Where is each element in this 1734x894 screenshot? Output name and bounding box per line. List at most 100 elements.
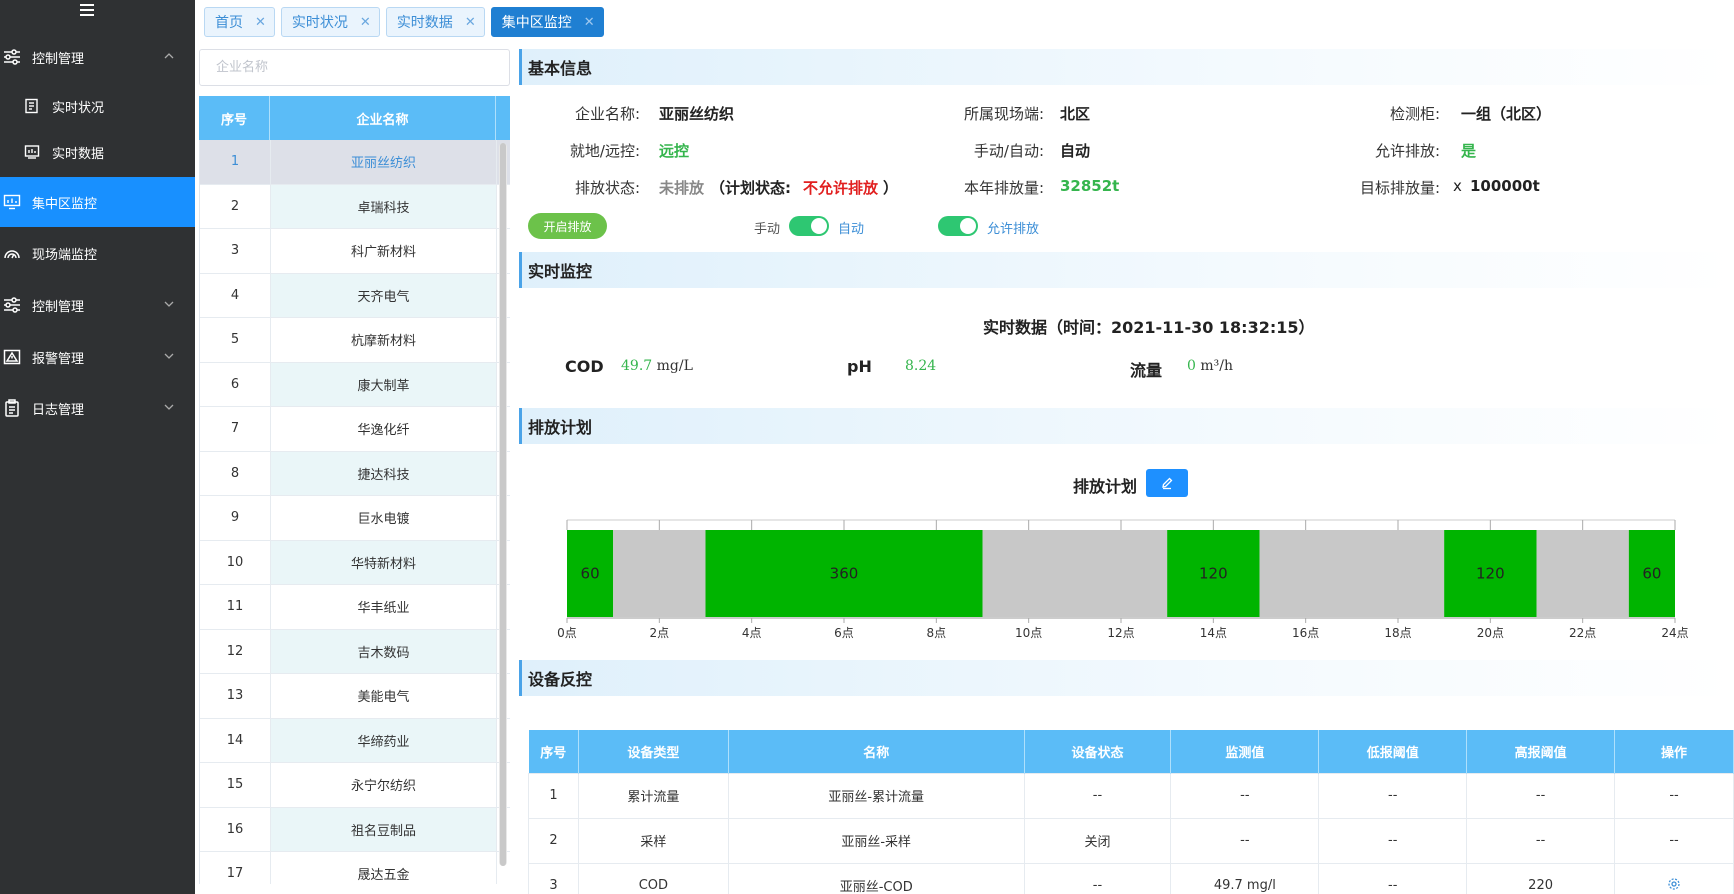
x-tick-label: 22点 xyxy=(1569,626,1596,640)
close-icon[interactable]: ✕ xyxy=(584,15,595,30)
company-row[interactable]: 10 华特新材料 xyxy=(200,540,510,585)
year-volume-value: 32852t xyxy=(1060,177,1120,195)
close-icon[interactable]: ✕ xyxy=(255,15,266,30)
x-tick-label: 24点 xyxy=(1661,626,1688,640)
plan-segment-off xyxy=(1536,530,1629,617)
company-row-index: 1 xyxy=(200,140,271,184)
gear-icon[interactable] xyxy=(1667,877,1681,891)
sidebar-item-label: 控制管理 xyxy=(32,299,85,315)
sidebar-item-control-management[interactable]: 控制管理 xyxy=(0,32,195,82)
device-cell: -- xyxy=(1023,862,1172,894)
tab-central-monitoring[interactable]: 集中区监控 ✕ xyxy=(490,7,604,37)
start-discharge-button[interactable]: 开启排放 xyxy=(528,213,607,239)
company-row[interactable]: 14 华缔药业 xyxy=(200,718,510,763)
auto-label: 自动 xyxy=(838,222,865,237)
allow-discharge-switch[interactable] xyxy=(938,216,978,236)
cod-label: COD xyxy=(565,357,604,376)
warning-icon xyxy=(2,347,22,367)
company-row[interactable]: 17 晟达五金 xyxy=(200,852,510,884)
tab-realtime-data[interactable]: 实时数据 ✕ xyxy=(385,7,485,37)
device-cell: 亚丽丝-累计流量 xyxy=(727,772,1025,819)
company-row[interactable]: 7 华逸化纤 xyxy=(200,407,510,452)
company-row[interactable]: 16 祖名豆制品 xyxy=(200,807,510,852)
manual-label: 手动 xyxy=(754,222,781,237)
tab-realtime-status[interactable]: 实时状况 ✕ xyxy=(280,7,380,37)
cod-value-number: 49.7 xyxy=(621,358,653,374)
allow-discharge-switch-label: 允许排放 xyxy=(987,222,1040,237)
close-icon[interactable]: ✕ xyxy=(360,15,371,30)
device-cell: COD xyxy=(577,862,729,894)
plan-segment-label: 360 xyxy=(830,565,859,583)
close-icon[interactable]: ✕ xyxy=(465,15,476,30)
chevron-down-icon xyxy=(164,301,174,307)
sidebar-item-alarm-management[interactable]: 报警管理 xyxy=(0,332,195,382)
company-row[interactable]: 2 卓瑞科技 xyxy=(200,184,510,229)
device-cell: -- xyxy=(1170,772,1320,819)
company-row-name: 巨水电镀 xyxy=(271,496,497,540)
company-row[interactable]: 9 巨水电镀 xyxy=(200,496,510,541)
company-row[interactable]: 4 天齐电气 xyxy=(200,273,510,318)
company-row[interactable]: 12 吉木数码 xyxy=(200,629,510,674)
edit-plan-button[interactable] xyxy=(1146,469,1188,497)
company-row-index: 15 xyxy=(200,763,271,807)
company-row[interactable]: 8 捷达科技 xyxy=(200,451,510,496)
company-row[interactable]: 11 华丰纸业 xyxy=(200,585,510,630)
device-cell: 采样 xyxy=(577,817,729,864)
target-volume-edit-icon[interactable]: x xyxy=(1453,177,1462,195)
tab-home[interactable]: 首页 ✕ xyxy=(204,7,275,37)
company-row[interactable]: 15 永宁尔纺织 xyxy=(200,763,510,808)
device-settings-cell[interactable] xyxy=(1614,862,1734,894)
plan-status-value: 不允许排放 xyxy=(803,179,879,197)
device-cell: 亚丽丝-采样 xyxy=(727,817,1025,864)
plan-chart-title: 排放计划 xyxy=(1073,477,1138,496)
sidebar-item-label: 现场端监控 xyxy=(32,247,98,263)
company-row-index: 12 xyxy=(200,629,271,673)
flow-value: 0 m³/h xyxy=(1187,358,1233,374)
device-header-cell: 序号 xyxy=(528,730,579,773)
tab-label: 集中区监控 xyxy=(501,15,572,31)
company-name-value: 亚丽丝纺织 xyxy=(659,105,735,123)
clipboard-icon xyxy=(2,398,22,418)
discharge-plan-chart: 60 360 120 120 60 0点 2点 4点 6点 8点 10点 12点 14点 16点 18点 20… xyxy=(557,519,1689,640)
device-header-cell: 设备状态 xyxy=(1024,730,1172,773)
sidebar-item-control-management-2[interactable]: 控制管理 xyxy=(0,280,195,330)
company-row[interactable]: 6 康大制革 xyxy=(200,362,510,407)
year-volume-label: 本年排放量: xyxy=(963,179,1044,197)
company-row[interactable]: 3 科广新材料 xyxy=(200,229,510,274)
company-row-name: 华缔药业 xyxy=(271,718,497,762)
company-row[interactable]: 5 杭摩新材料 xyxy=(200,318,510,363)
cod-value: 49.7 mg/L xyxy=(621,358,693,374)
sidebar-item-central-monitoring[interactable]: 集中区监控 xyxy=(0,177,195,227)
hamburger-menu-icon[interactable] xyxy=(80,4,96,18)
manual-auto-switch[interactable] xyxy=(789,216,829,236)
x-tick-label: 12点 xyxy=(1107,626,1134,640)
device-cell: 累计流量 xyxy=(577,772,729,819)
list-scrollbar[interactable] xyxy=(499,143,507,866)
sidebar-item-realtime-status[interactable]: 实时状况 xyxy=(0,81,195,131)
company-row[interactable]: 13 美能电气 xyxy=(200,674,510,719)
company-row-name: 吉木数码 xyxy=(271,629,497,673)
company-search-input[interactable] xyxy=(199,49,510,86)
plan-segment-off xyxy=(1259,530,1445,617)
company-table-header: 序号 企业名称 xyxy=(199,96,510,140)
company-row[interactable]: 1 亚丽丝纺织 xyxy=(200,140,510,185)
sidebar-item-log-management[interactable]: 日志管理 xyxy=(0,383,195,433)
sidebar-item-site-monitoring[interactable]: 现场端监控 xyxy=(0,228,195,278)
company-row-name: 晟达五金 xyxy=(271,852,497,884)
device-header-cell: 设备类型 xyxy=(578,730,729,773)
company-row-index: 2 xyxy=(200,184,271,228)
device-header-cell: 高报阈值 xyxy=(1466,730,1616,773)
target-volume-label: 目标排放量: xyxy=(1359,179,1440,197)
tab-label: 实时状况 xyxy=(291,15,348,31)
company-row-index: 14 xyxy=(200,718,271,762)
allow-discharge-label: 允许排放: xyxy=(1374,142,1440,160)
device-row: 2 采样 亚丽丝-采样 关闭 -- -- -- -- xyxy=(528,817,1734,864)
company-row-index: 9 xyxy=(200,496,271,540)
device-cell: -- xyxy=(1318,772,1468,819)
company-row-name: 祖名豆制品 xyxy=(271,807,497,851)
plan-segment-label: 60 xyxy=(581,565,600,583)
device-cell: -- xyxy=(1023,772,1172,819)
device-row: 3 COD 亚丽丝-COD -- 49.7 mg/l -- 220 xyxy=(528,862,1734,894)
device-cell: -- xyxy=(1318,862,1468,894)
sidebar-item-realtime-data[interactable]: 实时数据 xyxy=(0,127,195,177)
